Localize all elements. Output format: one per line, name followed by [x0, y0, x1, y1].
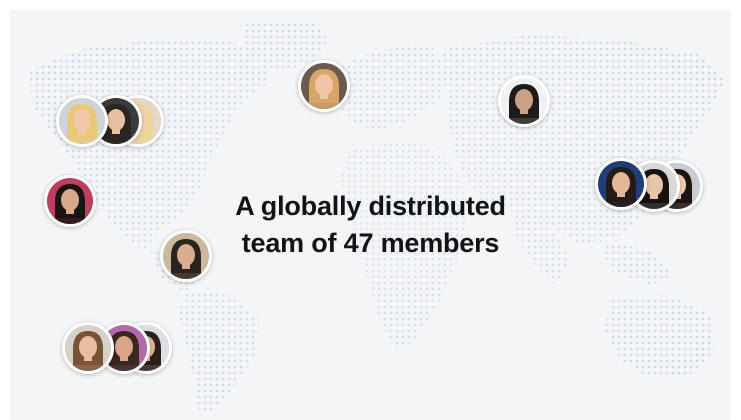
team-member-avatar — [498, 75, 550, 127]
person-photo-icon — [301, 63, 347, 109]
person-photo-icon — [501, 78, 547, 124]
person-photo-icon — [598, 161, 644, 207]
person-photo-icon — [163, 233, 209, 279]
headline-line-2: team of 47 members — [241, 228, 500, 258]
team-member-avatar — [160, 230, 212, 282]
team-member-avatar — [595, 158, 647, 210]
team-member-avatar — [56, 95, 108, 147]
team-member-avatar — [298, 60, 350, 112]
team-member-avatar — [44, 175, 96, 227]
team-member-avatar — [62, 322, 114, 374]
person-photo-icon — [59, 98, 105, 144]
person-photo-icon — [65, 325, 111, 371]
person-photo-icon — [47, 178, 93, 224]
